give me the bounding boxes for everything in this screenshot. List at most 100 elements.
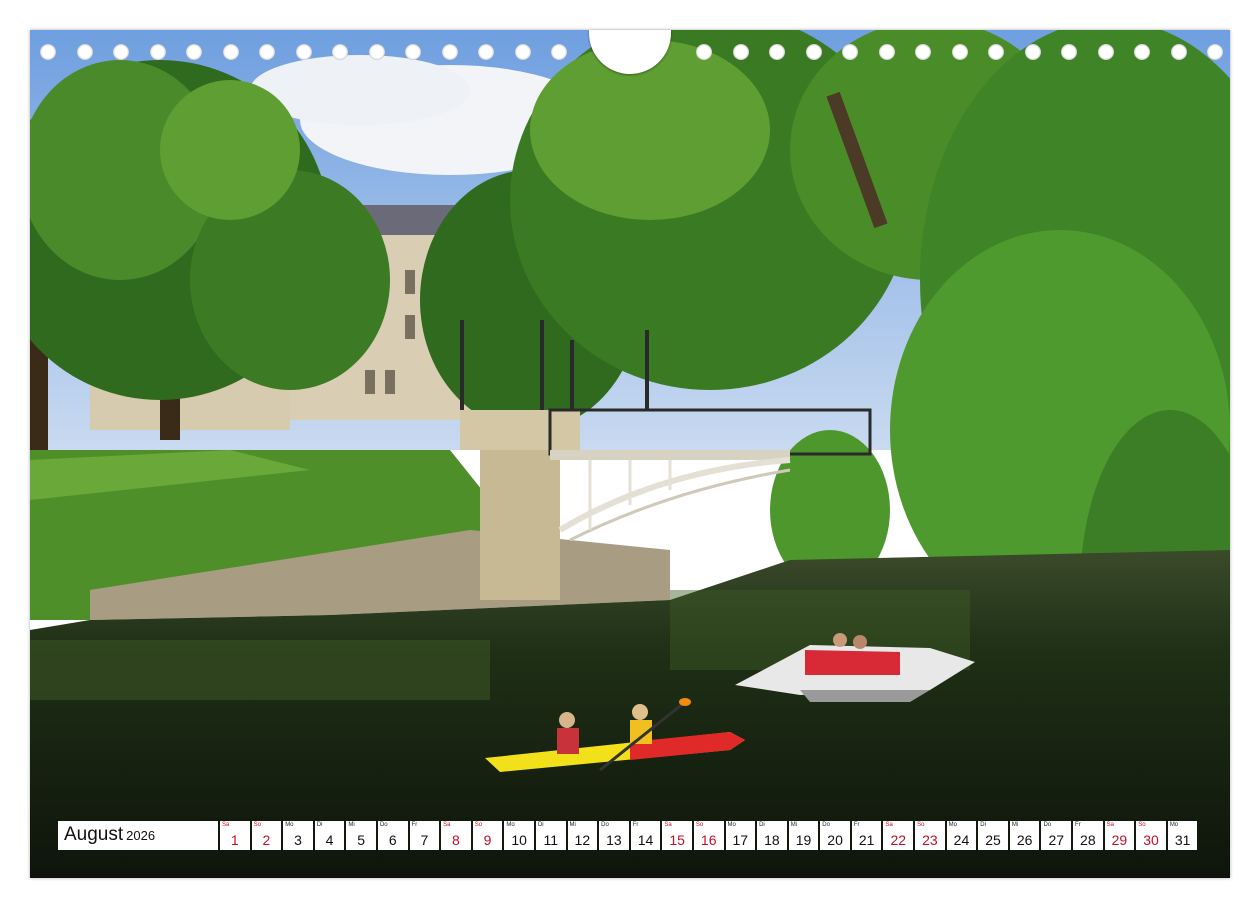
- day-cell: So 23: [915, 821, 945, 850]
- weekday-label: Sa: [443, 822, 451, 828]
- binding-hole: [76, 44, 93, 60]
- day-number: 25: [985, 832, 1001, 848]
- day-number: 17: [732, 832, 749, 848]
- binding-hole: [478, 44, 494, 60]
- calendar-strip: August 2026 Sa 1 So 2 Mo 3 Di 4 Mi 5 Do 6 Fr 7 Sa 8 So 9 Mo…: [58, 821, 1198, 850]
- weekday-label: Do: [379, 822, 388, 828]
- day-cell: Mi 12: [567, 821, 598, 850]
- weekday-label: Mo: [727, 822, 736, 828]
- day-number: 26: [1016, 832, 1033, 848]
- weekday-label: Mo: [1169, 822, 1179, 828]
- weekday-label: Mo: [506, 822, 515, 828]
- day-number: 6: [388, 832, 397, 848]
- binding-hole: [878, 44, 895, 60]
- day-cell: Sa 22: [883, 821, 914, 850]
- binding-hole: [805, 44, 822, 60]
- day-number: 27: [1048, 832, 1065, 848]
- weekday-label: So: [253, 822, 261, 828]
- day-number: 21: [858, 832, 875, 848]
- binding-hole: [40, 44, 56, 60]
- binding-hole: [951, 44, 968, 60]
- day-number: 22: [890, 832, 907, 848]
- binding-hole: [915, 44, 931, 60]
- day-cell: Sa 1: [220, 821, 250, 850]
- day-number: 2: [262, 832, 271, 848]
- day-cell: Do 13: [599, 821, 629, 850]
- weekday-label: Di: [759, 822, 765, 828]
- day-cell: Fr 21: [851, 821, 882, 850]
- day-cell: Di 11: [535, 821, 566, 850]
- day-number: 28: [1080, 832, 1096, 848]
- day-number: 18: [764, 832, 780, 848]
- day-number: 14: [637, 832, 654, 848]
- binding-hole: [842, 44, 858, 60]
- binding-hole: [696, 44, 712, 60]
- month-label: August 2026: [58, 821, 218, 850]
- binding-hole: [332, 44, 348, 60]
- day-cell: Do 27: [1041, 821, 1072, 850]
- day-cell: Mi 19: [788, 821, 819, 850]
- day-cell: Sa 15: [662, 821, 692, 850]
- weekday-label: Mi: [569, 822, 576, 828]
- day-number: 13: [606, 832, 622, 848]
- weekday-label: Mo: [948, 822, 957, 828]
- weekday-label: Sa: [885, 822, 893, 828]
- day-number: 4: [325, 832, 334, 848]
- day-cell: Mo 17: [725, 821, 756, 850]
- binding-hole: [1024, 44, 1041, 60]
- year: 2026: [126, 828, 156, 843]
- binding-hole: [186, 44, 202, 60]
- weekday-label: Fr: [853, 822, 860, 828]
- month-name: August: [64, 824, 124, 845]
- day-cell: Mo 10: [504, 821, 534, 850]
- day-cell: Mi 5: [346, 821, 376, 850]
- day-cell: So 9: [472, 821, 503, 850]
- binding-hole: [1134, 44, 1150, 60]
- day-number: 31: [1174, 832, 1191, 848]
- day-number: 10: [511, 832, 527, 848]
- reflection: [30, 640, 490, 700]
- day-cell: Sa 8: [441, 821, 471, 850]
- weekday-label: Do: [822, 822, 830, 828]
- day-number: 15: [669, 832, 685, 848]
- day-number: 7: [420, 832, 429, 848]
- day-cell: Di 4: [314, 821, 345, 850]
- day-number: 29: [1111, 832, 1128, 848]
- binding-hole: [988, 44, 1004, 60]
- day-number: 8: [452, 832, 460, 848]
- binding-hole: [405, 44, 421, 60]
- day-cell: Fr 28: [1073, 821, 1103, 850]
- day-cell: Mi 26: [1009, 821, 1040, 850]
- day-cell: Di 25: [978, 821, 1008, 850]
- weekday-label: Di: [537, 822, 544, 828]
- weekday-label: Fr: [1075, 822, 1081, 828]
- day-number: 1: [230, 832, 239, 848]
- binding-hole: [222, 44, 239, 60]
- weekday-label: So: [917, 822, 925, 828]
- binding-hole: [1207, 44, 1223, 60]
- weekday-label: Fr: [411, 822, 418, 828]
- day-cell: Do 20: [820, 821, 850, 850]
- day-cell: So 16: [693, 821, 724, 850]
- binding-hole: [295, 44, 312, 60]
- day-cell: Do 6: [377, 821, 408, 850]
- day-number: 30: [1143, 832, 1159, 848]
- weekday-label: Sa: [664, 822, 672, 828]
- binding-hole: [769, 44, 785, 60]
- weekday-label: Sa: [222, 822, 230, 828]
- binding-hole: [732, 44, 749, 60]
- day-number: 23: [922, 832, 938, 848]
- day-number: 3: [294, 832, 302, 848]
- day-cell: Sa 29: [1104, 821, 1135, 850]
- weekday-label: Mi: [790, 822, 798, 828]
- day-cell: Mo 3: [283, 821, 313, 850]
- weekday-label: Sa: [1106, 822, 1114, 828]
- weekday-label: Mi: [1011, 822, 1019, 828]
- binding-hole: [551, 44, 567, 60]
- day-cell: Mo 31: [1167, 821, 1198, 850]
- day-cell: Fr 7: [409, 821, 440, 850]
- binding-hole: [368, 44, 385, 60]
- day-cell: Fr 14: [630, 821, 661, 850]
- binding-hole: [514, 44, 531, 60]
- day-number: 24: [953, 832, 970, 848]
